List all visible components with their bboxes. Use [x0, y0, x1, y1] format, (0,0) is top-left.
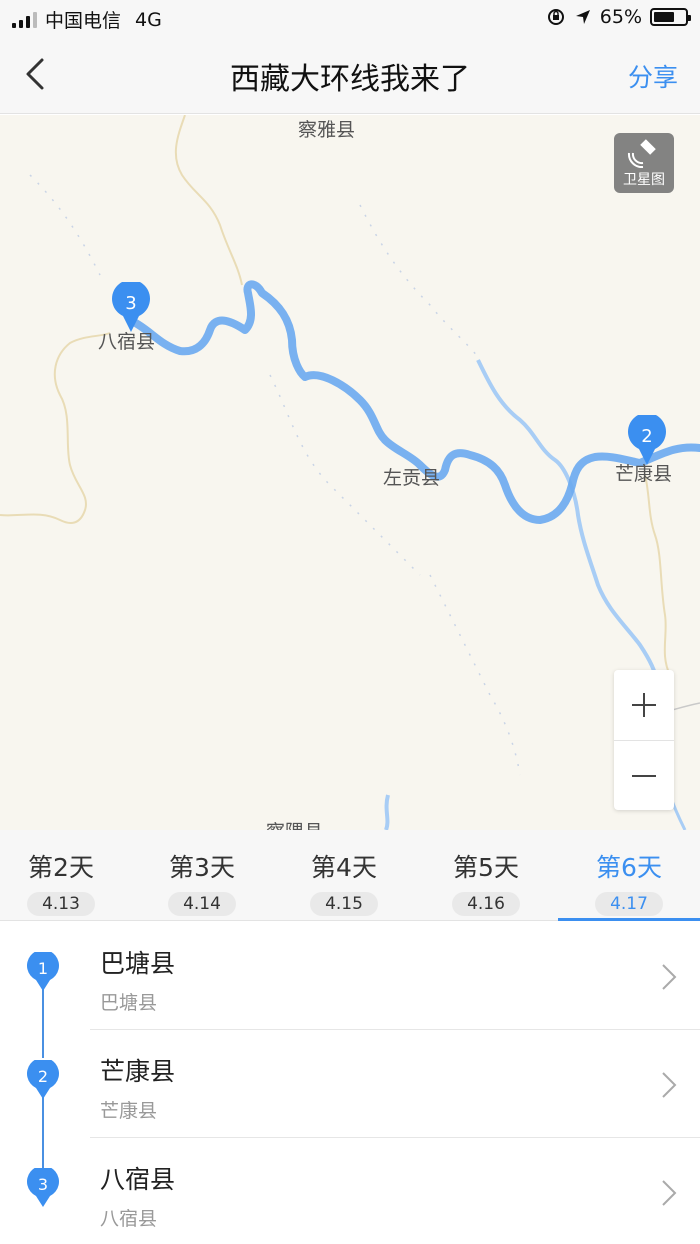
day-tabs: 第2天 4.13 第3天 4.14 第4天 4.15 第5天 4.16 第6天 … — [0, 830, 700, 921]
map-marker-3[interactable]: 3 — [111, 282, 151, 334]
back-button[interactable] — [18, 54, 58, 94]
status-left: 中国电信 4G — [12, 6, 162, 33]
page-title: 西藏大环线我来了 — [230, 62, 470, 97]
dotted-boundary — [429, 574, 521, 776]
river — [384, 794, 390, 830]
stop-name: 芒康县 — [100, 1057, 176, 1086]
rotation-lock-icon — [547, 9, 564, 25]
tab-day-3[interactable]: 第3天 4.14 — [131, 830, 273, 921]
tab-day-name: 第5天 — [453, 853, 519, 882]
dotted-boundary — [29, 174, 101, 276]
tab-day-date: 4.17 — [595, 892, 663, 916]
battery-icon — [650, 8, 691, 26]
tab-day-6[interactable]: 第6天 4.17 — [558, 830, 700, 921]
list-item-stop-3[interactable]: 3 八宿县 八宿县 — [0, 1138, 700, 1244]
active-tab-indicator — [558, 918, 700, 921]
share-button[interactable]: 分享 — [628, 58, 678, 94]
map-canvas — [0, 115, 700, 830]
stop-name: 八宿县 — [100, 1165, 176, 1194]
list-item-stop-2[interactable]: 2 芒康县 芒康县 — [0, 1030, 700, 1138]
stop-name: 巴塘县 — [100, 949, 176, 978]
map-label-zuogong: 左贡县 — [383, 467, 441, 489]
chevron-left-icon — [26, 58, 44, 90]
stop-list: 1 巴塘县 巴塘县 2 芒康县 芒康县 3 八宿县 八宿县 — [0, 922, 700, 1244]
county-boundary — [644, 474, 671, 676]
tab-day-4[interactable]: 第4天 4.15 — [273, 830, 415, 921]
stop-number: 2 — [38, 1067, 48, 1086]
battery-percent: 65% — [599, 6, 642, 28]
satellite-icon — [627, 139, 656, 169]
tab-day-name: 第6天 — [596, 853, 662, 882]
dotted-boundary — [359, 204, 481, 361]
chevron-right-icon — [662, 1180, 677, 1206]
stop-pin-icon: 1 — [27, 952, 59, 991]
zoom-control — [614, 670, 674, 810]
tab-day-date: 4.15 — [310, 892, 378, 916]
status-right: 65% — [546, 6, 691, 28]
map-label-chaya: 察雅县 — [298, 119, 356, 141]
nav-bar: 西藏大环线我来了 分享 — [0, 36, 700, 114]
carrier-label: 中国电信 — [45, 10, 122, 32]
map-marker-number: 2 — [641, 426, 652, 447]
network-label: 4G — [135, 8, 162, 31]
tab-day-5[interactable]: 第5天 4.16 — [415, 830, 557, 921]
river — [476, 359, 662, 691]
status-bar: 中国电信 4G 65% — [0, 0, 700, 36]
stop-pin-icon: 2 — [27, 1060, 59, 1099]
stop-pin-icon: 3 — [27, 1168, 59, 1207]
map-marker-2[interactable]: 2 — [627, 415, 667, 467]
stop-number: 3 — [38, 1175, 48, 1194]
county-boundary — [0, 332, 111, 524]
tab-day-date: 4.16 — [452, 892, 520, 916]
location-arrow-icon — [575, 10, 590, 24]
stop-subtitle: 巴塘县 — [100, 992, 158, 1014]
satellite-view-button[interactable]: 卫星图 — [614, 133, 674, 193]
tab-day-name: 第3天 — [169, 853, 235, 882]
map-label-chayu: 察隅县 — [266, 817, 323, 830]
stop-subtitle: 芒康县 — [100, 1100, 158, 1122]
zoom-in-button[interactable] — [614, 670, 674, 740]
stop-subtitle: 八宿县 — [100, 1208, 158, 1230]
stop-number: 1 — [38, 959, 48, 978]
map-marker-number: 3 — [125, 293, 136, 314]
chevron-right-icon — [662, 1072, 677, 1098]
satellite-label: 卫星图 — [623, 172, 665, 188]
chevron-right-icon — [662, 964, 677, 990]
zoom-out-button[interactable] — [614, 740, 674, 810]
tab-day-name: 第4天 — [311, 853, 377, 882]
list-item-stop-1[interactable]: 1 巴塘县 巴塘县 — [0, 922, 700, 1030]
tab-day-2[interactable]: 第2天 4.13 — [0, 830, 132, 921]
tab-day-name: 第2天 — [28, 853, 94, 882]
county-boundary — [174, 115, 243, 286]
tab-day-date: 4.13 — [27, 892, 95, 916]
route-map[interactable]: 察雅县 八宿县 左贡县 芒康县 察隅县 3 2 卫星图 — [0, 115, 700, 830]
signal-icon — [12, 11, 37, 28]
tab-day-date: 4.14 — [168, 892, 236, 916]
